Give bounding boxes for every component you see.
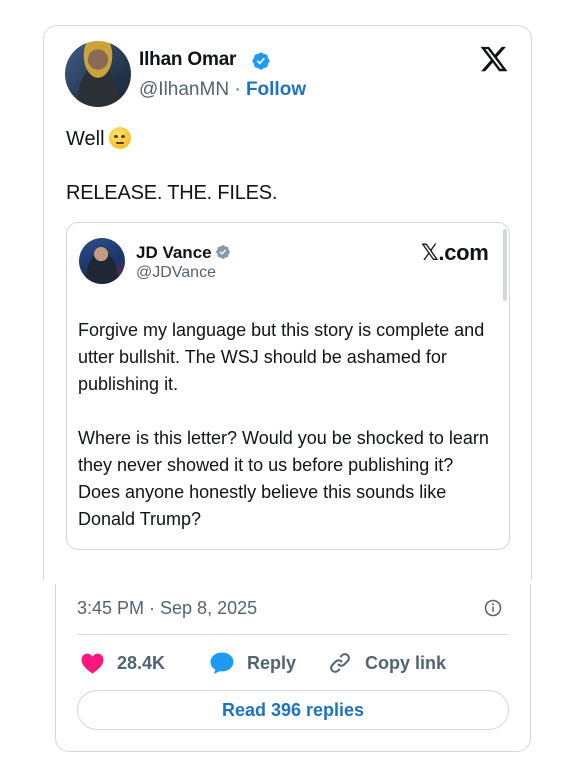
author-handle[interactable]: @IlhanMN: [139, 79, 229, 100]
copy-link-label: Copy link: [365, 652, 447, 673]
x-logo-icon[interactable]: [478, 44, 510, 74]
quoted-tweet-text: Forgive my language but this story is co…: [78, 317, 498, 533]
tweet-text-line1: Well: [66, 127, 131, 151]
author-handle-row: @IlhanMN · Follow: [139, 79, 306, 101]
author-name[interactable]: Ilhan Omar: [139, 49, 236, 71]
author-avatar[interactable]: [65, 41, 131, 107]
quoted-author-avatar[interactable]: [79, 238, 125, 284]
verified-badge-icon: [252, 52, 270, 70]
tweet-text: Well: [66, 128, 105, 150]
rolling-eyes-emoji-icon: [108, 127, 131, 149]
like-count: 28.4K: [117, 652, 166, 673]
quoted-author-name[interactable]: JD Vance: [136, 243, 212, 263]
quoted-verified-badge-icon: [216, 245, 230, 259]
quoted-paragraph-2: Where is this letter? Would you be shock…: [78, 428, 489, 529]
divider: [77, 634, 509, 635]
tweet-timestamp[interactable]: 3:45 PM · Sep 8, 2025: [77, 598, 257, 619]
copy-link-button[interactable]: Copy link: [327, 652, 446, 674]
tweet-text-line2: RELEASE. THE. FILES.: [66, 182, 278, 204]
reply-button[interactable]: Reply: [209, 652, 296, 674]
reply-label: Reply: [247, 652, 297, 673]
quoted-tweet[interactable]: JD Vance @JDVance 𝕏.com Forgive my langu…: [66, 222, 510, 550]
follow-button[interactable]: Follow: [246, 79, 306, 100]
scrollbar[interactable]: [503, 229, 507, 301]
reply-bubble-icon: [210, 652, 234, 674]
heart-icon: [81, 653, 104, 674]
read-replies-button[interactable]: Read 396 replies: [77, 690, 509, 730]
x-com-link[interactable]: 𝕏.com: [421, 240, 489, 266]
link-icon: [330, 653, 350, 673]
separator: ·: [234, 79, 241, 100]
quoted-author-handle[interactable]: @JDVance: [136, 264, 216, 282]
info-icon[interactable]: [484, 599, 502, 617]
like-button[interactable]: 28.4K: [80, 652, 165, 674]
quoted-paragraph-1: Forgive my language but this story is co…: [78, 320, 485, 394]
